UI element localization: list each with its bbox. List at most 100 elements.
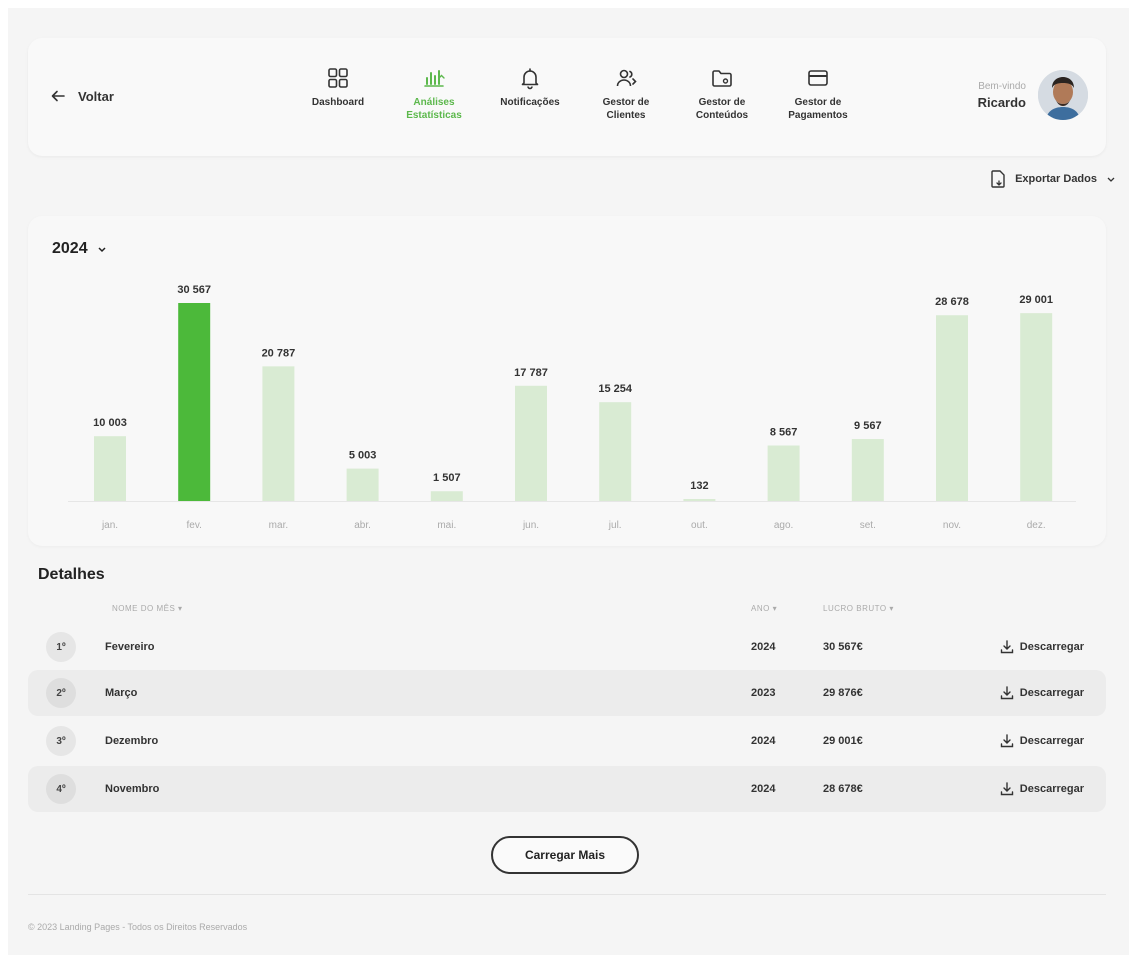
- chart-bar[interactable]: [1020, 313, 1053, 501]
- table-row[interactable]: 2º Março 2023 29 876€ Descarregar: [28, 670, 1106, 716]
- chart-bar[interactable]: [936, 315, 968, 501]
- x-tick-label: abr.: [354, 520, 371, 531]
- bar-value-label: 1 507: [433, 472, 461, 484]
- bar-value-label: 8 567: [770, 427, 798, 439]
- nav-item-label: Notificações: [500, 96, 559, 109]
- nav-label-line-1: Gestor de: [698, 97, 746, 108]
- year-cell: 2024: [751, 641, 776, 653]
- bell-icon: [521, 68, 539, 90]
- download-label: Descarregar: [1019, 783, 1084, 795]
- x-tick-label: fev.: [187, 520, 202, 531]
- nav-item-label: Gestor de Pagamentos: [788, 96, 847, 122]
- chart-bar[interactable]: [262, 366, 295, 501]
- bar-value-label: 9 567: [854, 420, 882, 432]
- year-cell: 2023: [751, 687, 776, 699]
- column-header-profit[interactable]: LUCRO BRUTO ▾: [823, 604, 894, 613]
- back-button[interactable]: Voltar: [50, 88, 114, 104]
- nav-item-label: Análises Estatísticas: [406, 96, 462, 122]
- user-photo: [1038, 70, 1088, 120]
- profit-cell: 29 876€: [823, 687, 863, 699]
- download-icon: [1000, 640, 1013, 654]
- nav-item-label: Dashboard: [312, 96, 364, 109]
- month-cell: Fevereiro: [105, 641, 155, 653]
- chart-bar[interactable]: [683, 499, 716, 501]
- year-cell: 2024: [751, 735, 776, 747]
- user-greeting-block: Bem-vindo Ricardo: [978, 81, 1026, 110]
- nav-item-payments[interactable]: Gestor de Pagamentos: [770, 66, 866, 122]
- nav-label-line-2: Pagamentos: [788, 110, 848, 121]
- arrow-left-icon: [51, 90, 65, 102]
- rank-badge: 1º: [46, 632, 76, 662]
- nav-label-line-1: Gestor de: [602, 97, 650, 108]
- month-cell: Novembro: [105, 783, 160, 795]
- bar-value-label: 30 567: [177, 284, 211, 296]
- x-tick-label: mar.: [269, 520, 288, 531]
- download-button[interactable]: Descarregar: [1000, 782, 1084, 796]
- top-navigation-bar: Voltar Dashboard Análises Estatísticas N…: [28, 38, 1106, 156]
- bar-value-label: 5 003: [349, 450, 377, 462]
- download-button[interactable]: Descarregar: [1000, 686, 1084, 700]
- greeting-text: Bem-vindo: [978, 80, 1026, 92]
- nav-item-dashboard[interactable]: Dashboard: [290, 66, 386, 122]
- x-tick-label: ago.: [774, 520, 793, 531]
- chart-bar[interactable]: [94, 436, 126, 501]
- profit-cell: 29 001€: [823, 735, 863, 747]
- chevron-down-icon: [1107, 177, 1115, 182]
- profit-cell: 28 678€: [823, 783, 863, 795]
- chart-bar[interactable]: [767, 445, 800, 501]
- chart-bar[interactable]: [851, 439, 884, 501]
- chart-bar[interactable]: [178, 303, 211, 501]
- bar-value-label: 29 001: [1019, 294, 1053, 306]
- rank-badge: 2º: [46, 678, 76, 708]
- download-label: Descarregar: [1019, 687, 1084, 699]
- download-label: Descarregar: [1019, 641, 1084, 653]
- rank-badge: 3º: [46, 726, 76, 756]
- column-header-year[interactable]: ANO ▾: [751, 604, 777, 613]
- month-cell: Março: [105, 687, 138, 699]
- export-data-button[interactable]: Exportar Dados: [991, 170, 1115, 188]
- nav-item-content[interactable]: Gestor de Conteúdos: [674, 66, 770, 122]
- chart-bar[interactable]: [346, 468, 379, 501]
- profit-cell: 30 567€: [823, 641, 863, 653]
- nav-label-line-1: Dashboard: [311, 97, 365, 108]
- nav-label-line-2: Estatísticas: [406, 110, 462, 121]
- bar-value-label: 20 787: [262, 347, 296, 359]
- x-tick-label: mai.: [437, 520, 456, 531]
- nav-item-label: Gestor de Clientes: [603, 96, 650, 122]
- nav-label-line-1: Notificações: [500, 97, 560, 108]
- download-icon: [1000, 734, 1013, 748]
- chart-bar[interactable]: [599, 402, 632, 501]
- main-nav: Dashboard Análises Estatísticas Notifica…: [290, 66, 866, 122]
- bar-value-label: 10 003: [93, 417, 127, 429]
- nav-item-notifications[interactable]: Notificações: [482, 66, 578, 122]
- column-header-label: LUCRO BRUTO: [823, 604, 887, 613]
- nav-label-line-1: Análises: [413, 97, 455, 108]
- avatar[interactable]: [1038, 70, 1088, 120]
- chart-bar[interactable]: [430, 491, 463, 501]
- x-tick-label: set.: [860, 520, 876, 531]
- load-more-button[interactable]: Carregar Mais: [491, 836, 639, 874]
- x-tick-label: jun.: [522, 520, 539, 531]
- chart-bar[interactable]: [515, 385, 547, 501]
- table-row[interactable]: 1º Fevereiro 2024 30 567€ Descarregar: [28, 624, 1106, 670]
- x-tick-label: jul.: [608, 520, 622, 531]
- revenue-chart-card: 2024 10 003 jan. 30 567 fev. 20 787 mar. 5 003…: [28, 216, 1106, 546]
- download-button[interactable]: Descarregar: [1000, 640, 1084, 654]
- download-icon: [1000, 686, 1013, 700]
- user-profile[interactable]: Bem-vindo Ricardo: [978, 70, 1088, 120]
- users-icon: [616, 69, 637, 87]
- download-button[interactable]: Descarregar: [1000, 734, 1084, 748]
- bar-value-label: 28 678: [935, 296, 969, 308]
- download-label: Descarregar: [1019, 735, 1084, 747]
- download-icon: [1000, 782, 1013, 796]
- x-tick-label: out.: [691, 520, 708, 531]
- rank-badge: 4º: [46, 774, 76, 804]
- grid-icon: [328, 68, 348, 88]
- footer-divider: [28, 894, 1106, 895]
- nav-item-analytics[interactable]: Análises Estatísticas: [386, 66, 482, 122]
- table-row[interactable]: 4º Novembro 2024 28 678€ Descarregar: [28, 766, 1106, 812]
- table-row[interactable]: 3º Dezembro 2024 29 001€ Descarregar: [28, 718, 1106, 764]
- nav-item-clients[interactable]: Gestor de Clientes: [578, 66, 674, 122]
- x-tick-label: nov.: [943, 520, 961, 531]
- column-header-month[interactable]: NOME DO MÊS ▾: [112, 604, 183, 613]
